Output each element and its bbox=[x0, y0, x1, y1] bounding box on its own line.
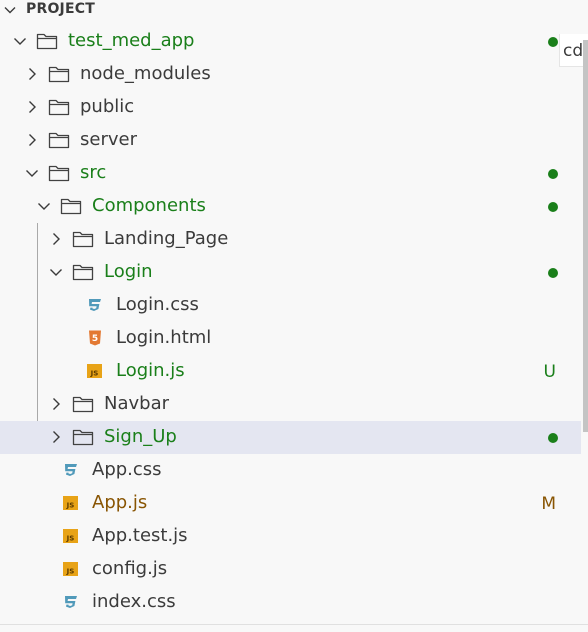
folder-row-sign-up[interactable]: Sign_Up bbox=[0, 421, 581, 454]
folder-icon bbox=[72, 395, 94, 413]
scrollbar[interactable] bbox=[583, 40, 588, 432]
chevron-down-icon[interactable] bbox=[36, 198, 52, 214]
folder-row-server[interactable]: server bbox=[0, 124, 581, 157]
file-row-login-css[interactable]: Login.css bbox=[0, 289, 581, 322]
tree-item-label: App.css bbox=[92, 459, 162, 480]
git-status-badge: M bbox=[541, 494, 556, 514]
chevron-right-icon[interactable] bbox=[24, 132, 40, 148]
git-status-dot bbox=[548, 268, 558, 278]
chevron-right-icon[interactable] bbox=[48, 429, 64, 445]
divider bbox=[0, 624, 588, 625]
file-row-app-css[interactable]: App.css bbox=[0, 454, 581, 487]
tree-item-label: Login bbox=[104, 261, 153, 282]
js-file-icon: JS bbox=[60, 560, 82, 578]
folder-row-navbar[interactable]: Navbar bbox=[0, 388, 581, 421]
folder-icon bbox=[72, 263, 94, 281]
folder-icon bbox=[48, 65, 70, 83]
chevron-down-icon[interactable] bbox=[24, 165, 40, 181]
folder-icon bbox=[48, 164, 70, 182]
git-status-dot bbox=[548, 37, 558, 47]
css-file-icon bbox=[60, 593, 82, 611]
tree-item-label: Login.js bbox=[116, 360, 185, 381]
chevron-down-icon[interactable] bbox=[48, 264, 64, 280]
tree-item-label: node_modules bbox=[80, 63, 211, 84]
folder-icon bbox=[48, 98, 70, 116]
tree-item-label: Login.html bbox=[116, 327, 212, 348]
file-row-config-js[interactable]: JS config.js bbox=[0, 553, 581, 586]
chevron-right-icon[interactable] bbox=[48, 231, 64, 247]
tree-item-label: Navbar bbox=[104, 393, 170, 414]
folder-row-login[interactable]: Login bbox=[0, 256, 581, 289]
tree-item-label: src bbox=[80, 162, 107, 183]
tree-item-label: test_med_app bbox=[68, 30, 195, 51]
folder-row-test-med-app[interactable]: test_med_app bbox=[0, 25, 581, 58]
svg-text:JS: JS bbox=[90, 370, 99, 378]
file-row-index-css[interactable]: index.css bbox=[0, 586, 581, 619]
file-row-app-test-js[interactable]: JS App.test.js bbox=[0, 520, 581, 553]
folder-row-src[interactable]: src bbox=[0, 157, 581, 190]
svg-text:JS: JS bbox=[66, 535, 75, 543]
folder-icon bbox=[60, 197, 82, 215]
section-title: PROJECT bbox=[26, 1, 95, 17]
chevron-down-icon bbox=[4, 7, 16, 14]
folder-icon bbox=[72, 428, 94, 446]
folder-row-public[interactable]: public bbox=[0, 91, 581, 124]
git-status-dot bbox=[548, 169, 558, 179]
html-file-icon: 5 bbox=[84, 329, 106, 347]
tree-item-label: App.test.js bbox=[92, 525, 188, 546]
chevron-down-icon[interactable] bbox=[12, 33, 28, 49]
git-status-dot bbox=[548, 202, 558, 212]
folder-icon bbox=[48, 131, 70, 149]
folder-icon bbox=[36, 32, 58, 50]
folder-icon bbox=[72, 230, 94, 248]
tree-item-label: Components bbox=[92, 195, 206, 216]
svg-text:JS: JS bbox=[66, 568, 75, 576]
chevron-right-icon[interactable] bbox=[48, 396, 64, 412]
tree-item-label: index.css bbox=[92, 591, 176, 612]
git-status-badge: U bbox=[543, 362, 556, 382]
folder-row-components[interactable]: Components bbox=[0, 190, 581, 223]
folder-row-landing-page[interactable]: Landing_Page bbox=[0, 223, 581, 256]
js-file-icon: JS bbox=[60, 527, 82, 545]
file-row-app-js[interactable]: JS App.js M bbox=[0, 487, 581, 520]
tree-item-label: server bbox=[80, 129, 137, 150]
folder-row-node-modules[interactable]: node_modules bbox=[0, 58, 581, 91]
tree-item-label: Landing_Page bbox=[104, 228, 229, 249]
file-row-login-html[interactable]: 5 Login.html bbox=[0, 322, 581, 355]
css-file-icon bbox=[84, 296, 106, 314]
tree-item-label: App.js bbox=[92, 492, 148, 513]
git-status-dot bbox=[548, 433, 558, 443]
js-file-icon: JS bbox=[60, 494, 82, 512]
tree-item-label: Login.css bbox=[116, 294, 199, 315]
js-file-icon: JS bbox=[84, 362, 106, 380]
project-section-header[interactable]: PROJECT bbox=[0, 0, 560, 20]
file-explorer: PROJECT cd test_med_app node_modules publi… bbox=[0, 0, 588, 632]
tree-item-label: Sign_Up bbox=[104, 426, 177, 447]
css-file-icon bbox=[60, 461, 82, 479]
svg-text:JS: JS bbox=[66, 502, 75, 510]
file-row-login-js[interactable]: JS Login.js U bbox=[0, 355, 581, 388]
chevron-right-icon[interactable] bbox=[24, 66, 40, 82]
tree-item-label: public bbox=[80, 96, 135, 117]
svg-text:5: 5 bbox=[92, 334, 98, 344]
chevron-right-icon[interactable] bbox=[24, 99, 40, 115]
tree-item-label: config.js bbox=[92, 558, 168, 579]
